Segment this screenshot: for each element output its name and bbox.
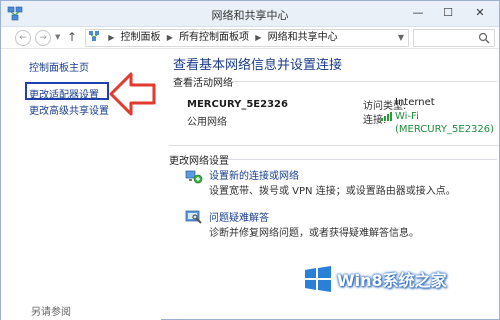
watermark-text: Win8系统之家 xyxy=(337,271,447,290)
network-setup-icon xyxy=(185,170,203,184)
back-button[interactable]: ← xyxy=(15,30,31,46)
access-type-value: Internet xyxy=(395,97,435,108)
divider xyxy=(221,159,497,160)
search-input[interactable] xyxy=(413,29,495,47)
active-networks-title: 查看活动网络 xyxy=(173,78,233,89)
network-name: MERCURY_5E2326 xyxy=(187,99,288,110)
divider xyxy=(231,81,497,82)
recent-locations-dropdown[interactable]: ▼ xyxy=(55,33,60,41)
sidebar-link-control-panel-home[interactable]: 控制面板主页 xyxy=(29,59,89,74)
setup-new-connection-desc: 设置宽带、拨号或 VPN 连接；或设置路由器或接入点。 xyxy=(209,186,456,197)
network-sharing-center-window: 网络和共享中心 — ☐ ✕ ← → ▼ ↑ ▶ 控制面板 ▶ 所有控制面板项 ▶… xyxy=(0,0,500,320)
address-row: ← → ▼ ↑ ▶ 控制面板 ▶ 所有控制面板项 ▶ 网络和共享中心 ▼ xyxy=(1,27,499,49)
troubleshoot-link[interactable]: 问题疑难解答 xyxy=(209,209,269,224)
minimize-button[interactable]: — xyxy=(405,4,431,22)
troubleshoot-desc: 诊断并修复网络问题，或者获得疑难解答信息。 xyxy=(209,228,419,239)
control-panel-icon xyxy=(89,31,99,41)
breadcrumb-all-items[interactable]: 所有控制面板项 xyxy=(179,32,249,43)
breadcrumb-network-center[interactable]: 网络和共享中心 xyxy=(268,32,338,43)
breadcrumb-control-panel[interactable]: 控制面板 xyxy=(121,32,161,43)
sidebar-link-change-adapter-settings[interactable]: 更改适配器设置 xyxy=(29,86,99,101)
search-icon[interactable] xyxy=(478,32,490,44)
connection-name[interactable]: Wi-Fi xyxy=(395,110,494,123)
breadcrumb-separator-icon[interactable]: ▶ xyxy=(167,33,173,42)
forward-button[interactable]: → xyxy=(35,30,51,46)
sidebar-link-advanced-sharing[interactable]: 更改高级共享设置 xyxy=(29,102,109,117)
breadcrumb-separator-icon[interactable]: ▶ xyxy=(108,33,114,42)
maximize-button[interactable]: ☐ xyxy=(435,4,461,22)
page-title: 查看基本网络信息并设置连接 xyxy=(173,58,343,73)
left-sidebar: 控制面板主页 更改适配器设置 更改高级共享设置 另请参阅 xyxy=(1,49,161,320)
change-settings-title: 更改网络设置 xyxy=(169,156,229,167)
address-dropdown-icon[interactable]: ▼ xyxy=(398,30,404,46)
network-type: 公用网络 xyxy=(187,117,227,128)
wifi-connection-link[interactable]: Wi-Fi (MERCURY_5E2326) xyxy=(395,110,494,136)
up-button[interactable]: ↑ xyxy=(67,30,77,44)
wifi-signal-icon xyxy=(381,112,392,121)
see-also-label: 另请参阅 xyxy=(31,307,71,318)
troubleshoot-icon xyxy=(185,210,202,224)
close-button[interactable]: ✕ xyxy=(465,4,495,22)
windows-logo-icon xyxy=(305,266,331,292)
setup-new-connection-link[interactable]: 设置新的连接或网络 xyxy=(209,167,299,182)
breadcrumb-separator-icon[interactable]: ▶ xyxy=(255,33,261,42)
title-bar[interactable]: 网络和共享中心 — ☐ ✕ xyxy=(1,1,499,27)
divider xyxy=(169,145,499,146)
annotation-arrow-icon xyxy=(109,72,156,116)
address-bar[interactable]: ▶ 控制面板 ▶ 所有控制面板项 ▶ 网络和共享中心 ▼ xyxy=(85,29,409,47)
watermark: Win8系统之家 xyxy=(303,263,473,295)
connection-ssid[interactable]: (MERCURY_5E2326) xyxy=(395,123,494,136)
